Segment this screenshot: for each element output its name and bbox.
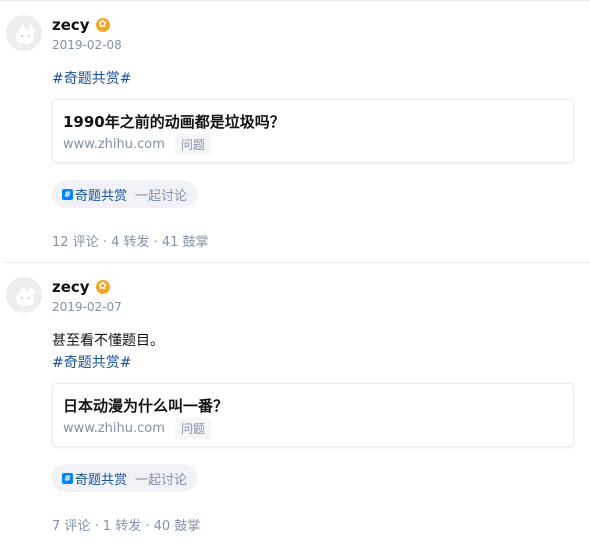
topic-hashtag-link[interactable]: #奇题共赏# bbox=[52, 68, 131, 88]
post-stats[interactable]: 12 评论 · 4 转发 · 41 鼓掌 bbox=[52, 231, 209, 250]
topic-pill[interactable]: # 奇题共赏 一起讨论 bbox=[52, 180, 198, 208]
post-date: 2019-02-07 bbox=[52, 300, 122, 314]
topic-pill-discuss[interactable]: 一起讨论 bbox=[135, 185, 187, 204]
author-name[interactable]: zecy ✿ bbox=[52, 278, 110, 296]
card-title[interactable]: 1990年之前的动画都是垃圾吗？ bbox=[63, 111, 285, 132]
post-stats[interactable]: 7 评论 · 1 转发 · 40 鼓掌 bbox=[52, 515, 200, 534]
post-text: 甚至看不懂题目。 bbox=[52, 333, 164, 349]
author-name[interactable]: zecy ✿ bbox=[52, 16, 110, 34]
card-source-domain: www.zhihu.com bbox=[63, 137, 165, 152]
top-divider bbox=[0, 0, 590, 1]
card-source-domain: www.zhihu.com bbox=[63, 421, 165, 436]
author-name-label[interactable]: zecy bbox=[52, 16, 90, 34]
verified-badge-icon: ✿ bbox=[95, 18, 110, 32]
topic-hashtag-link[interactable]: #奇题共赏# bbox=[52, 352, 131, 372]
link-card[interactable]: 日本动漫为什么叫一番？ www.zhihu.com 问题 bbox=[52, 383, 574, 447]
topic-hash-icon: # bbox=[62, 188, 73, 200]
avatar[interactable] bbox=[6, 15, 42, 51]
verified-badge-icon: ✿ bbox=[95, 280, 110, 294]
card-source: www.zhihu.com 问题 bbox=[63, 418, 211, 439]
topic-hash-icon: # bbox=[62, 472, 73, 484]
card-type-tag: 问题 bbox=[174, 134, 211, 155]
card-source: www.zhihu.com 问题 bbox=[63, 134, 211, 155]
topic-pill[interactable]: # 奇题共赏 一起讨论 bbox=[52, 464, 198, 492]
card-type-tag: 问题 bbox=[174, 418, 211, 439]
avatar[interactable] bbox=[6, 277, 42, 313]
topic-pill-name[interactable]: 奇题共赏 bbox=[75, 469, 127, 488]
post-divider bbox=[4, 262, 590, 263]
topic-pill-name[interactable]: 奇题共赏 bbox=[75, 185, 127, 204]
card-title[interactable]: 日本动漫为什么叫一番？ bbox=[63, 395, 228, 416]
link-card[interactable]: 1990年之前的动画都是垃圾吗？ www.zhihu.com 问题 bbox=[52, 99, 574, 163]
topic-pill-discuss[interactable]: 一起讨论 bbox=[135, 469, 187, 488]
author-name-label[interactable]: zecy bbox=[52, 278, 90, 296]
post-date: 2019-02-08 bbox=[52, 38, 122, 52]
